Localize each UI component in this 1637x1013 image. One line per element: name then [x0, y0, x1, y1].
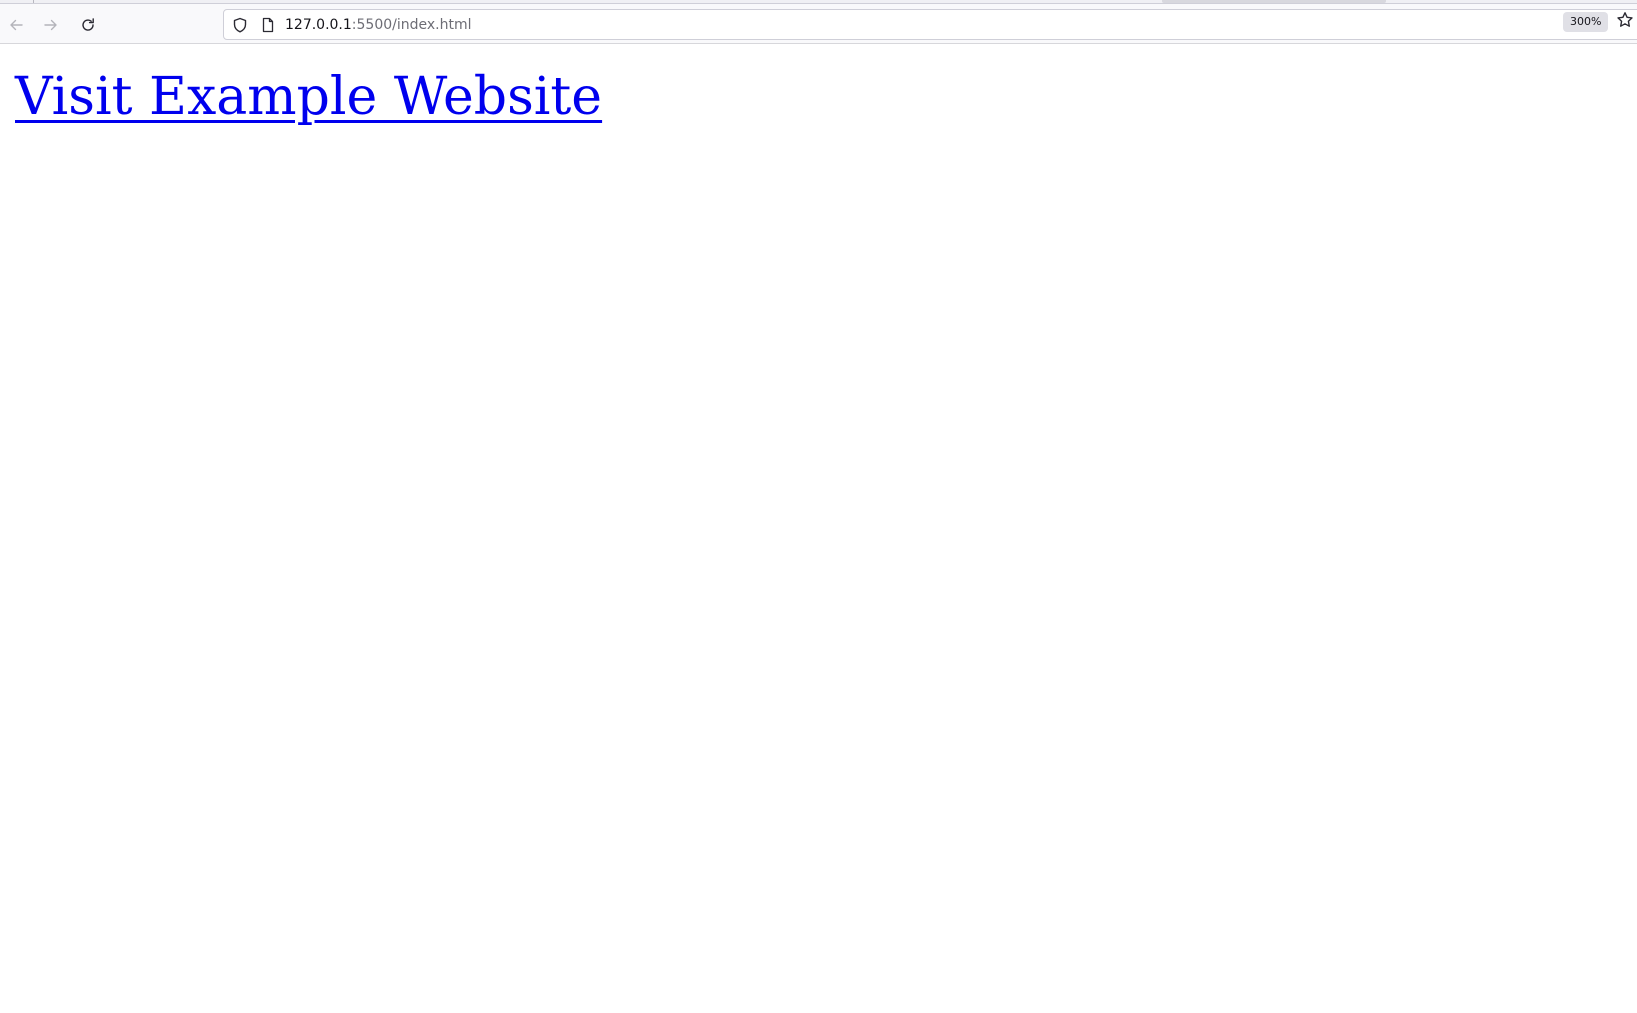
page-content: Visit Example Website	[0, 45, 1637, 1013]
reload-button[interactable]	[74, 12, 102, 38]
browser-toolbar: 127.0.0.1:5500/index.html 300%	[0, 4, 1637, 44]
page-icon[interactable]	[260, 17, 276, 33]
url-host: 127.0.0.1	[285, 17, 352, 33]
arrow-left-icon	[10, 19, 23, 31]
forward-button[interactable]	[37, 12, 65, 38]
star-icon[interactable]	[1616, 11, 1634, 29]
zoom-level-button[interactable]: 300%	[1563, 12, 1609, 32]
visit-example-website-link[interactable]: Visit Example Website	[15, 67, 602, 127]
url-path: :5500/index.html	[351, 17, 472, 33]
back-button[interactable]	[2, 12, 30, 38]
url-text[interactable]: 127.0.0.1:5500/index.html	[285, 16, 472, 34]
arrow-right-icon	[44, 19, 57, 31]
tab-strip-tab[interactable]	[1162, 0, 1386, 3]
shield-icon[interactable]	[232, 17, 248, 33]
reload-icon	[82, 18, 94, 31]
tab-separator	[0, 0, 34, 3]
url-bar[interactable]: 127.0.0.1:5500/index.html	[223, 9, 1637, 40]
